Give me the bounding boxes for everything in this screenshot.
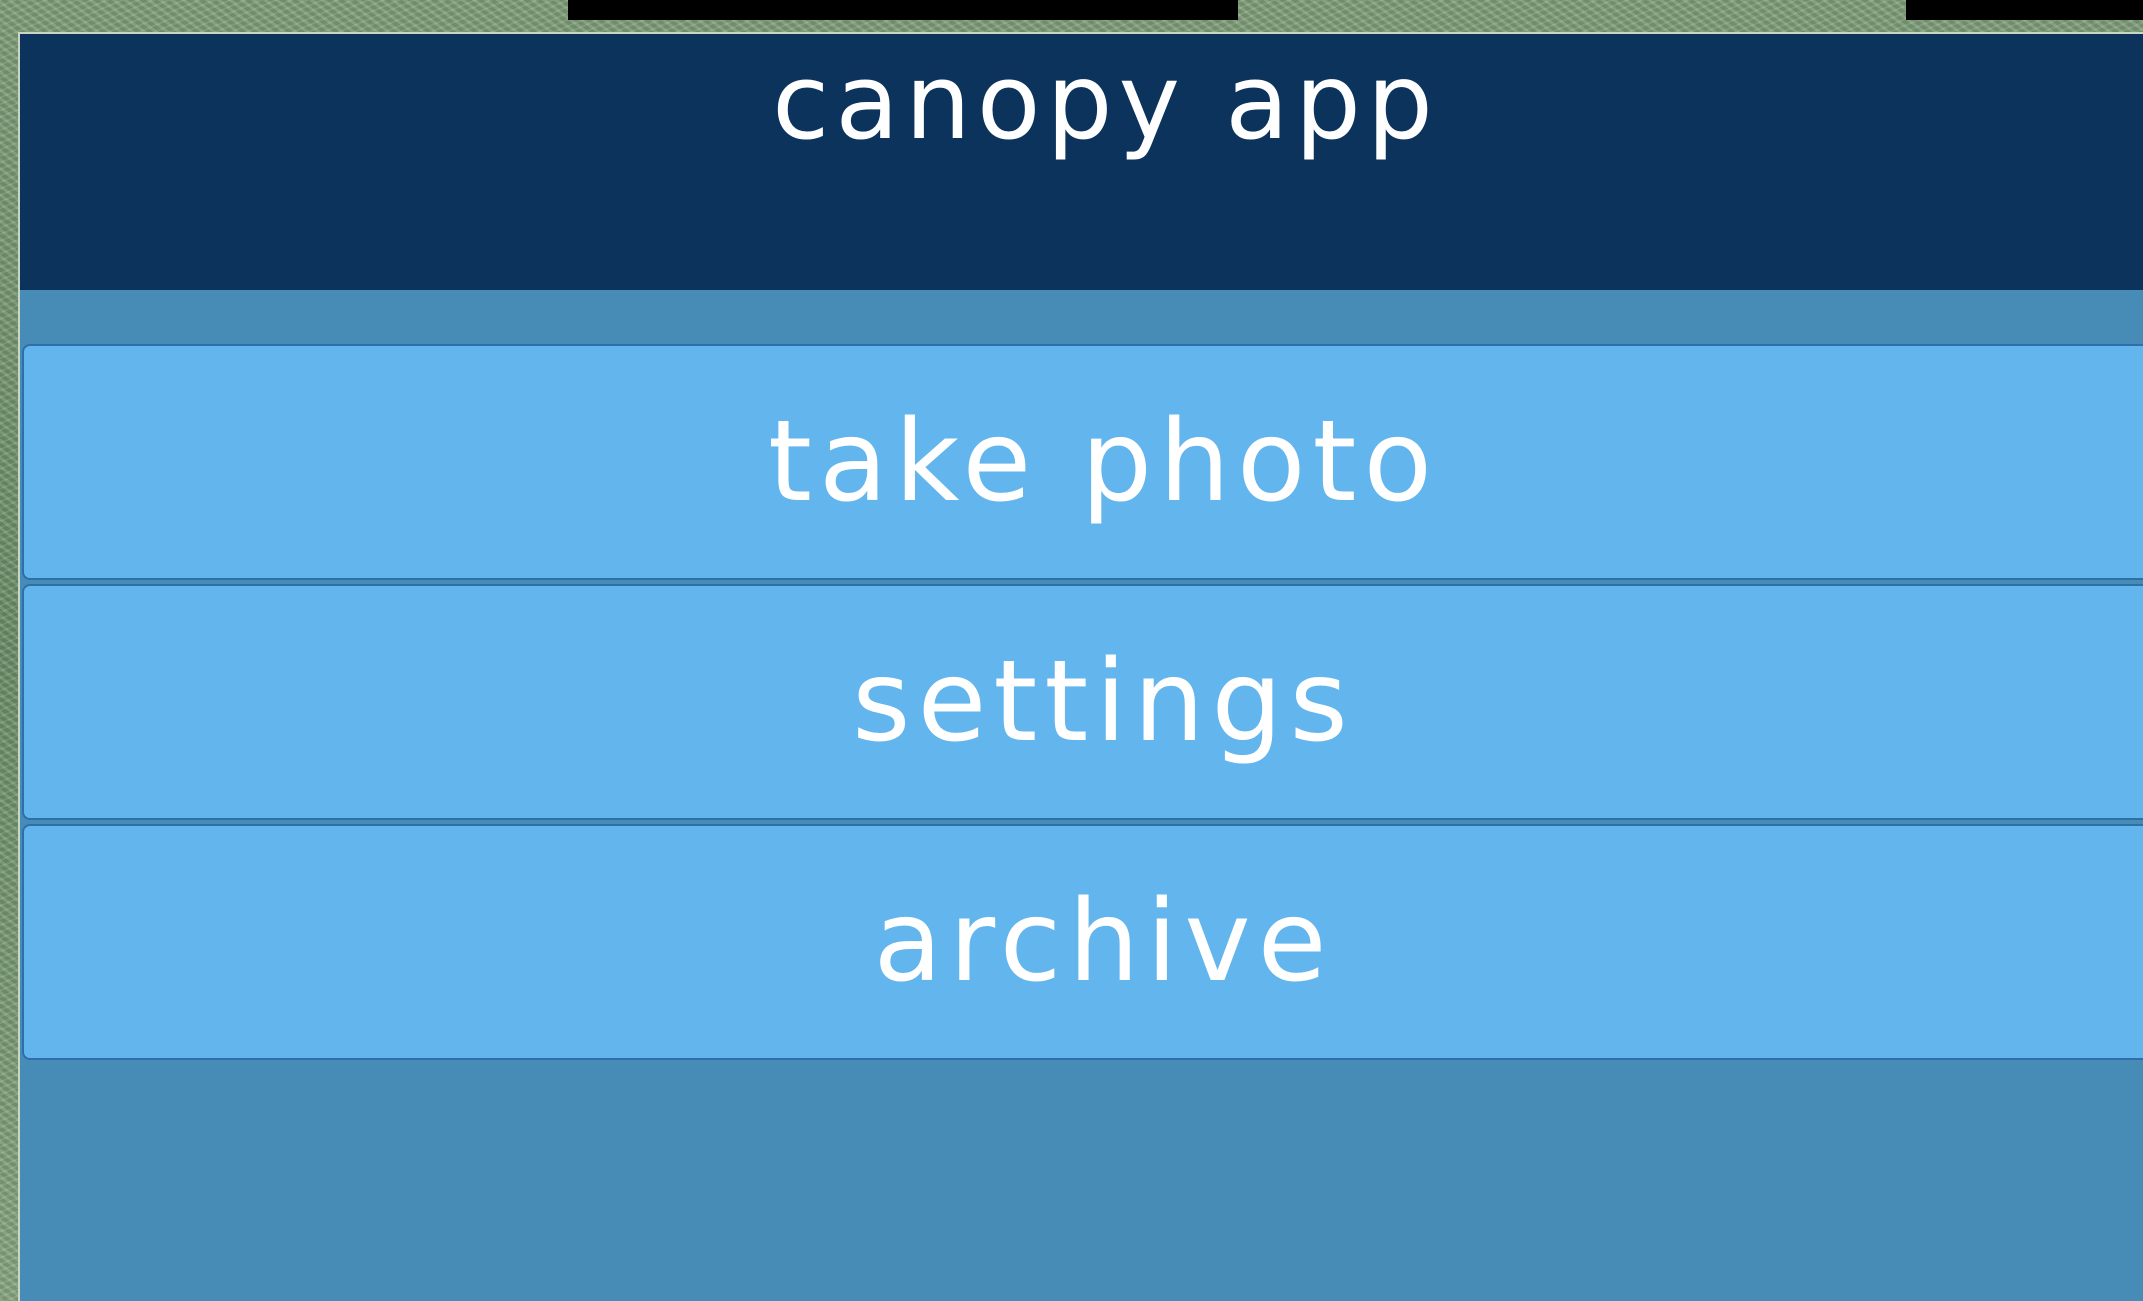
- archive-label: archive: [873, 877, 1334, 1007]
- settings-label: settings: [852, 637, 1355, 767]
- settings-button[interactable]: settings: [22, 584, 2143, 820]
- app-title: canopy app: [772, 41, 1439, 163]
- take-photo-label: take photo: [768, 397, 1439, 527]
- status-bar-segment: [568, 0, 1238, 20]
- status-bar-segment: [1906, 0, 2143, 20]
- app-window: canopy app take photo settings archive: [18, 32, 2143, 1301]
- archive-button[interactable]: archive: [22, 824, 2143, 1060]
- app-header: canopy app: [20, 34, 2143, 290]
- take-photo-button[interactable]: take photo: [22, 344, 2143, 580]
